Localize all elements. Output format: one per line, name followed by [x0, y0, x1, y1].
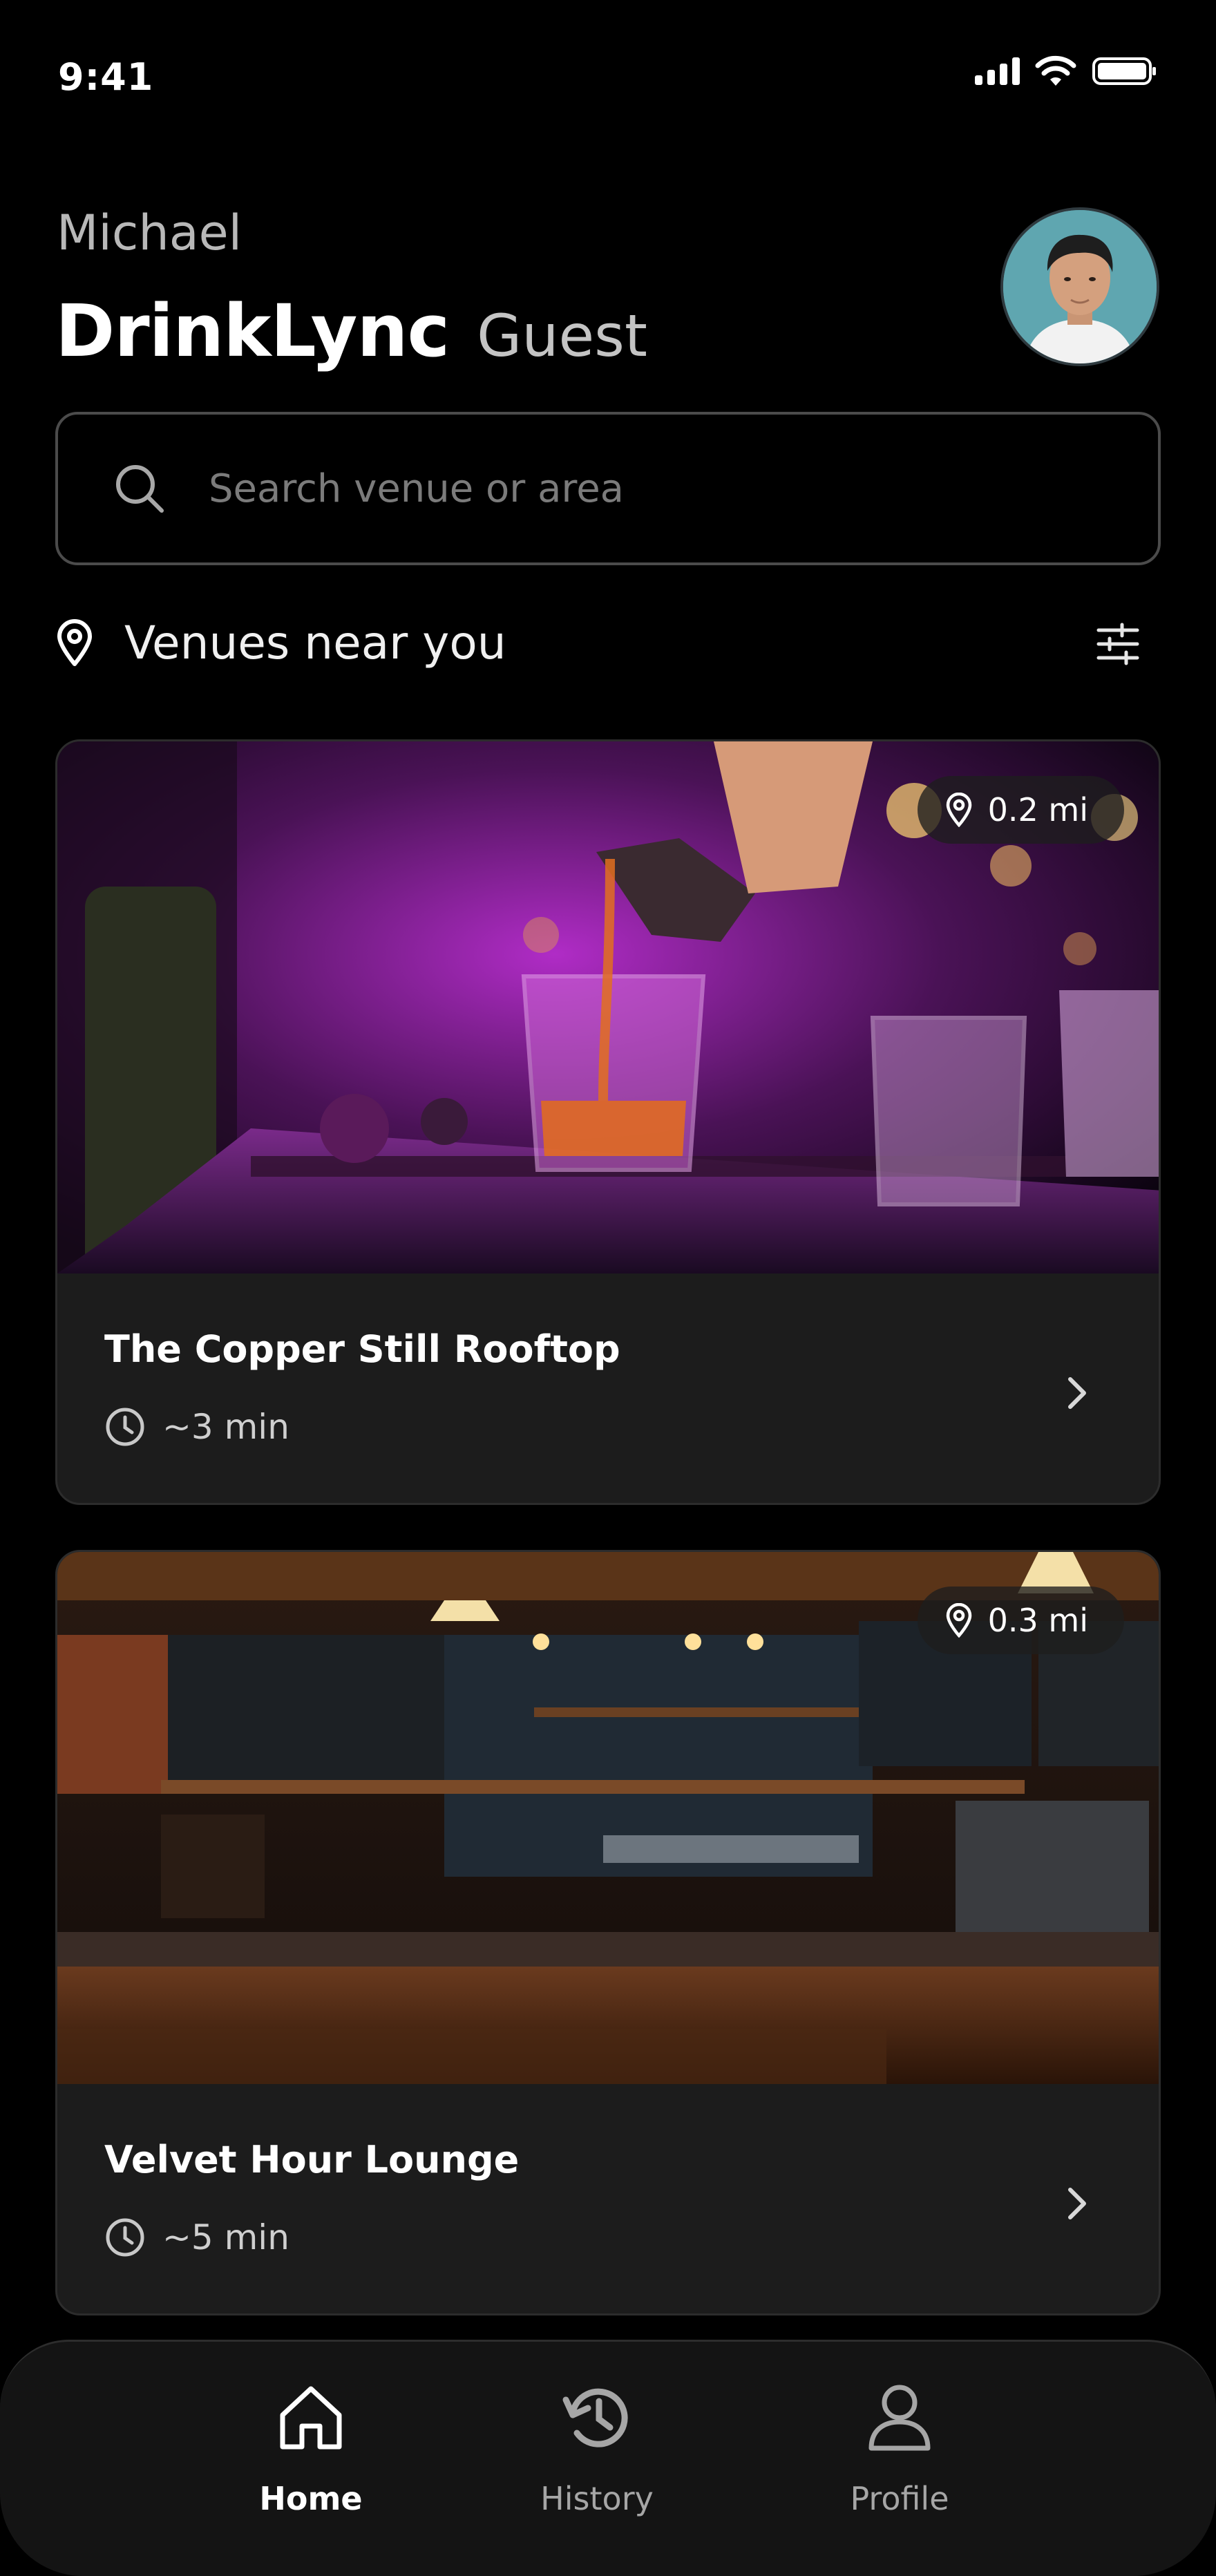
signal-icon [975, 57, 1020, 85]
user-name: Michael [57, 205, 243, 261]
nav-label-profile: Profile [850, 2480, 949, 2517]
clock-icon [106, 1408, 144, 1446]
distance-text: 0.3 mi [987, 1602, 1088, 1639]
chevron-right-icon[interactable] [1058, 2184, 1096, 2223]
user-role: Guest [477, 302, 647, 370]
section-header: Venues near you [55, 608, 1161, 677]
distance-badge: 0.2 mi [917, 776, 1124, 844]
search-input[interactable]: Search venue or area [209, 466, 624, 511]
venue-card-body: The Copper Still Rooftop ~3 min [57, 1273, 1159, 1503]
clock-icon [106, 2218, 144, 2257]
avatar-image [1003, 210, 1157, 363]
venue-card-body: Velvet Hour Lounge ~5 min [57, 2084, 1159, 2313]
distance-badge: 0.3 mi [917, 1587, 1124, 1654]
section-title: Venues near you [124, 616, 506, 670]
home-icon [280, 2386, 342, 2450]
chevron-right-icon[interactable] [1058, 1374, 1096, 1412]
nav-item-home[interactable]: Home [207, 2379, 415, 2517]
status-time: 9:41 [58, 55, 154, 99]
app-title: DrinkLync [55, 289, 450, 373]
location-pin-icon [57, 619, 92, 666]
status-icons [975, 55, 1158, 87]
venue-name: The Copper Still Rooftop [104, 1327, 620, 1371]
eta-text: ~3 min [162, 1407, 289, 1447]
search-bar[interactable]: Search venue or area [55, 412, 1161, 565]
nav-item-history[interactable]: History [493, 2379, 701, 2517]
wifi-icon [1035, 55, 1076, 86]
venue-card[interactable]: 0.3 mi Velvet Hour Lounge ~5 min [55, 1550, 1161, 2315]
battery-icon [1092, 57, 1156, 85]
nav-label-history: History [540, 2480, 654, 2517]
filter-icon[interactable] [1096, 622, 1140, 666]
venue-name: Velvet Hour Lounge [104, 2138, 520, 2181]
venue-card[interactable]: 0.2 mi The Copper Still Rooftop ~3 min [55, 739, 1161, 1505]
profile-icon [868, 2385, 931, 2451]
eta-row: ~5 min [104, 2217, 289, 2258]
location-pin-icon [946, 1603, 971, 1638]
venue-image: 0.3 mi [57, 1552, 1159, 2084]
search-icon [116, 465, 164, 513]
phone-screen: 9:41 Michael DrinkLync Guest Search venu… [0, 0, 1216, 2576]
history-icon [562, 2388, 628, 2447]
bottom-nav: Home History Profile [0, 2340, 1216, 2576]
venue-image: 0.2 mi [57, 741, 1159, 1273]
brand-row: DrinkLync Guest [55, 289, 647, 373]
location-pin-icon [946, 793, 971, 827]
distance-text: 0.2 mi [987, 791, 1088, 828]
nav-label-home: Home [259, 2480, 363, 2517]
eta-text: ~5 min [162, 2217, 289, 2257]
avatar[interactable] [1000, 207, 1159, 366]
nav-item-profile[interactable]: Profile [796, 2379, 1003, 2517]
eta-row: ~3 min [104, 1406, 289, 1448]
